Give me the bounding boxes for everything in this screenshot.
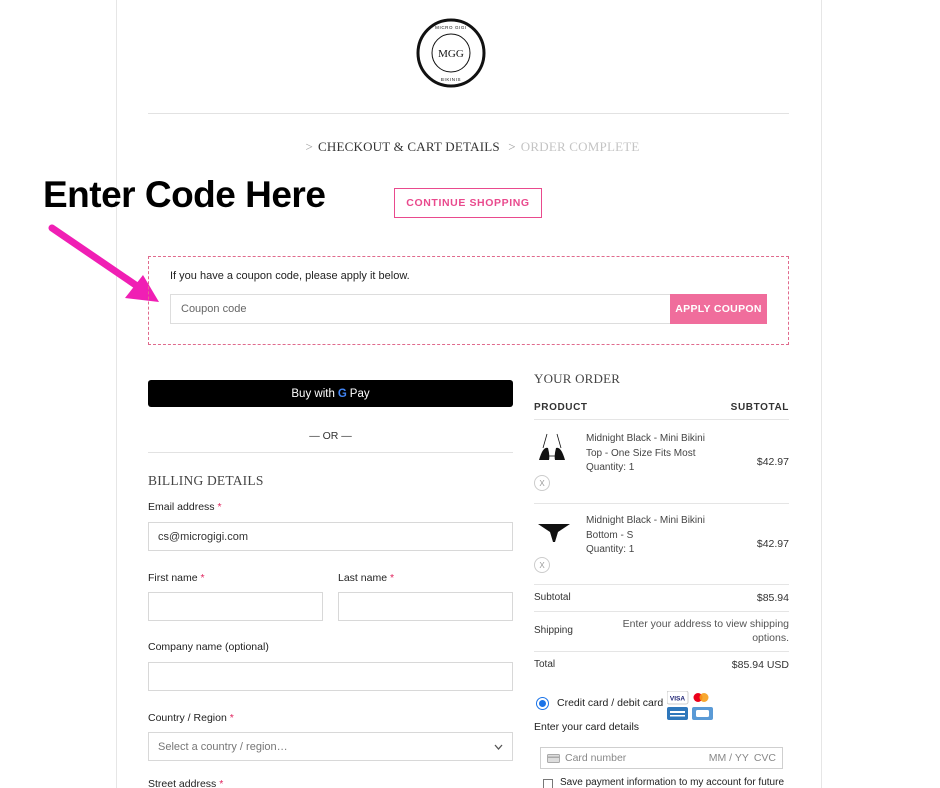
logo-bottom-text: BIKINIS xyxy=(441,77,461,82)
credit-card-label: Credit card / debit card xyxy=(557,697,664,709)
coupon-section: If you have a coupon code, please apply … xyxy=(148,256,789,345)
email-field[interactable]: cs@microgigi.com xyxy=(148,522,513,551)
mastercard-icon xyxy=(693,693,709,702)
country-label-text: Country / Region xyxy=(148,712,227,724)
item-price: $42.97 xyxy=(756,456,789,468)
shipping-message-line: Enter your address to view shipping xyxy=(622,618,789,630)
save-payment-checkbox[interactable] xyxy=(543,779,553,788)
order-rule xyxy=(534,503,789,504)
credit-card-icon xyxy=(547,753,560,763)
order-rule xyxy=(534,584,789,585)
product-column-header: PRODUCT xyxy=(534,402,588,413)
first-name-field[interactable] xyxy=(148,592,323,621)
breadcrumb-order-complete: ORDER COMPLETE xyxy=(520,139,640,154)
shipping-message-line: options. xyxy=(752,632,789,644)
bikini-top-thumbnail xyxy=(539,433,565,460)
card-details-label: Enter your card details xyxy=(534,721,640,733)
coupon-prompt: If you have a coupon code, please apply … xyxy=(170,270,410,282)
last-name-label: Last name * xyxy=(338,572,394,584)
total-value: $85.94 USD xyxy=(731,659,789,671)
logo-monogram: MGG xyxy=(438,48,464,60)
remove-item-button[interactable]: X xyxy=(534,475,550,491)
required-mark: * xyxy=(389,572,395,584)
chevron-down-icon xyxy=(494,744,503,750)
first-name-label-text: First name xyxy=(148,572,198,584)
required-mark: * xyxy=(229,712,234,724)
coupon-code-input[interactable]: Coupon code xyxy=(170,294,671,324)
shipping-message: Enter your address to view shipping opti… xyxy=(600,617,789,645)
billing-heading: BILLING DETAILS xyxy=(148,473,264,488)
street-label-text: Street address xyxy=(148,778,217,788)
item-name: Midnight Black - Mini Bikini Top - One S… xyxy=(586,432,726,476)
remove-item-button[interactable]: X xyxy=(534,557,550,573)
item-name-line: Midnight Black - Mini Bikini xyxy=(586,515,705,526)
continue-shopping-button[interactable]: CONTINUE SHOPPING xyxy=(394,188,542,218)
breadcrumb-separator: > xyxy=(305,139,314,154)
card-generic-icon xyxy=(692,707,713,720)
annotation-arrow-icon xyxy=(48,224,159,302)
order-rule xyxy=(534,611,789,612)
gpay-prefix: Buy with xyxy=(291,387,335,400)
apply-coupon-button[interactable]: APPLY COUPON xyxy=(670,294,767,324)
order-rule xyxy=(534,651,789,652)
gpay-pay: Pay xyxy=(349,387,370,400)
card-number-placeholder: Card number xyxy=(565,752,627,764)
country-select-value: Select a country / region… xyxy=(158,740,288,753)
svg-text:VISA: VISA xyxy=(670,696,685,703)
required-mark: * xyxy=(200,572,205,584)
card-number-field[interactable]: Card number MM / YY CVC xyxy=(540,747,783,769)
google-pay-button[interactable]: Buy with G Pay xyxy=(148,380,513,407)
first-name-label: First name * xyxy=(148,572,205,584)
last-name-field[interactable] xyxy=(338,592,513,621)
card-brands: VISA xyxy=(667,691,713,720)
required-mark: * xyxy=(219,778,224,788)
street-label: Street address * xyxy=(148,778,223,788)
expiry-placeholder: MM / YY xyxy=(708,752,749,764)
breadcrumb-separator: > xyxy=(508,139,516,154)
order-rule xyxy=(534,419,789,420)
required-mark: * xyxy=(217,501,222,513)
or-divider: — OR — xyxy=(309,430,352,442)
visa-icon: VISA xyxy=(667,691,689,705)
item-price: $42.97 xyxy=(756,538,789,550)
email-label: Email address * xyxy=(148,501,222,513)
total-label: Total xyxy=(534,659,556,670)
logo-top-text: MICRO GIGI xyxy=(435,25,467,30)
subtotal-value: $85.94 xyxy=(756,592,789,604)
bikini-bottom-thumbnail xyxy=(538,524,570,542)
save-payment-label: Save payment information to my account f… xyxy=(560,777,784,788)
company-field[interactable] xyxy=(148,662,513,691)
country-select[interactable]: Select a country / region… xyxy=(148,732,513,761)
cvc-placeholder: CVC xyxy=(753,752,776,764)
item-name: Midnight Black - Mini Bikini Bottom - S … xyxy=(586,514,726,558)
subtotal-column-header: SUBTOTAL xyxy=(730,402,789,413)
header-divider xyxy=(148,113,789,114)
email-label-text: Email address xyxy=(148,501,215,513)
item-name-line: Midnight Black - Mini Bikini xyxy=(586,433,705,444)
country-label: Country / Region * xyxy=(148,712,234,724)
amex-icon xyxy=(667,707,688,720)
last-name-label-text: Last name xyxy=(338,572,388,584)
annotation-label: Enter Code Here xyxy=(43,174,326,215)
google-g-icon: G xyxy=(337,387,347,400)
subtotal-label: Subtotal xyxy=(534,592,571,603)
credit-card-radio[interactable] xyxy=(537,698,548,709)
company-label: Company name (optional) xyxy=(148,641,269,653)
breadcrumb-checkout[interactable]: CHECKOUT & CART DETAILS xyxy=(318,139,500,154)
breadcrumb: > CHECKOUT & CART DETAILS > ORDER COMPLETE xyxy=(0,139,940,155)
shipping-label: Shipping xyxy=(534,625,573,636)
brand-logo[interactable]: MGG MICRO GIGI BIKINIS xyxy=(415,17,487,89)
order-heading: YOUR ORDER xyxy=(534,371,621,386)
or-rule xyxy=(148,452,513,453)
